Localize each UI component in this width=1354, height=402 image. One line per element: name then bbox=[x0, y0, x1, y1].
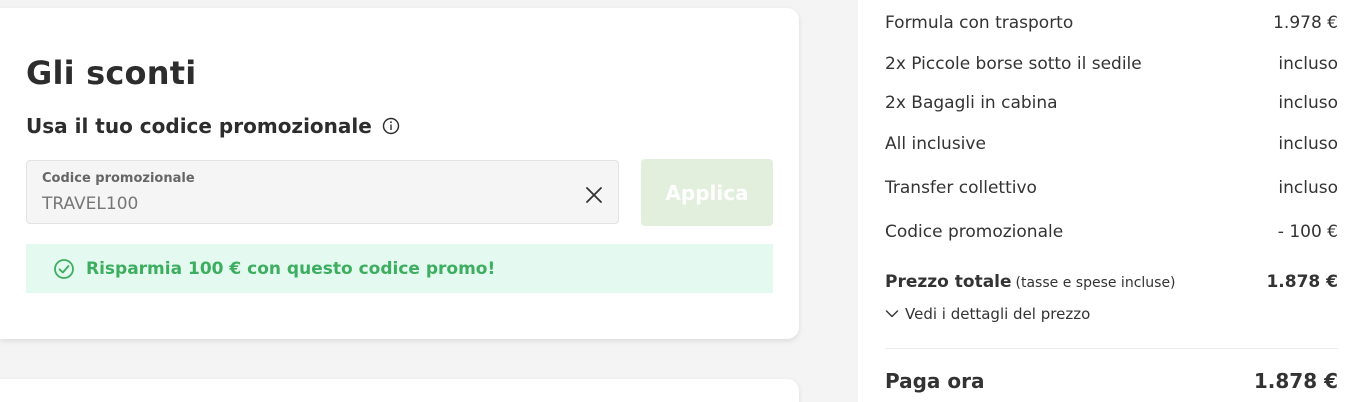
total-label: Prezzo totale bbox=[885, 272, 1012, 292]
promo-heading: Usa il tuo codice promozionale bbox=[26, 114, 400, 138]
promo-code-field[interactable]: Codice promozionale bbox=[26, 160, 619, 224]
apply-button[interactable]: Applica bbox=[641, 159, 773, 226]
summary-row-value: 1.978 € bbox=[1273, 13, 1338, 33]
summary-row-value: - 100 € bbox=[1277, 222, 1338, 242]
summary-row: Transfer collettivo incluso bbox=[885, 178, 1338, 198]
summary-row-value: incluso bbox=[1278, 178, 1338, 198]
summary-row-value: incluso bbox=[1278, 134, 1338, 154]
summary-row: 2x Piccole borse sotto il sedile incluso bbox=[885, 54, 1338, 74]
check-circle-icon bbox=[53, 258, 75, 280]
summary-row-label: All inclusive bbox=[885, 134, 986, 154]
price-details-label: Vedi i dettagli del prezzo bbox=[905, 305, 1091, 323]
pay-row: Paga ora 1.878 € bbox=[885, 369, 1338, 393]
chevron-down-icon bbox=[885, 310, 899, 318]
success-message: Risparmia 100 € con questo codice promo! bbox=[86, 258, 496, 279]
pay-label: Paga ora bbox=[885, 369, 985, 393]
total-value: 1.878 € bbox=[1266, 272, 1338, 292]
close-icon[interactable] bbox=[584, 185, 604, 205]
discount-title: Gli sconti bbox=[26, 54, 197, 92]
price-summary: Formula con trasporto 1.978 € 2x Piccole… bbox=[858, 0, 1354, 402]
total-note: (tasse e spese incluse) bbox=[1015, 275, 1176, 291]
next-card bbox=[0, 379, 799, 402]
total-label-group: Prezzo totale (tasse e spese incluse) bbox=[885, 272, 1176, 292]
price-details-link[interactable]: Vedi i dettagli del prezzo bbox=[885, 305, 1090, 323]
success-banner: Risparmia 100 € con questo codice promo! bbox=[26, 244, 773, 293]
summary-row-label: Codice promozionale bbox=[885, 222, 1064, 242]
summary-row: All inclusive incluso bbox=[885, 134, 1338, 154]
discount-card: Gli sconti Usa il tuo codice promozional… bbox=[0, 8, 799, 339]
promo-code-input[interactable] bbox=[42, 192, 562, 216]
pay-value: 1.878 € bbox=[1253, 369, 1338, 393]
info-icon[interactable] bbox=[382, 117, 400, 135]
summary-row: Formula con trasporto 1.978 € bbox=[885, 13, 1338, 33]
summary-row-value: incluso bbox=[1278, 54, 1338, 74]
divider bbox=[885, 348, 1338, 349]
promo-code-label: Codice promozionale bbox=[42, 171, 195, 186]
summary-row-value: incluso bbox=[1278, 93, 1338, 113]
summary-row-label: Formula con trasporto bbox=[885, 13, 1074, 33]
promo-heading-label: Usa il tuo codice promozionale bbox=[26, 114, 372, 138]
summary-row-label: 2x Bagagli in cabina bbox=[885, 93, 1058, 113]
summary-row-label: 2x Piccole borse sotto il sedile bbox=[885, 54, 1142, 74]
summary-row: Codice promozionale - 100 € bbox=[885, 222, 1338, 242]
total-row: Prezzo totale (tasse e spese incluse) 1.8… bbox=[885, 272, 1338, 292]
summary-row-label: Transfer collettivo bbox=[885, 178, 1037, 198]
summary-row: 2x Bagagli in cabina incluso bbox=[885, 93, 1338, 113]
